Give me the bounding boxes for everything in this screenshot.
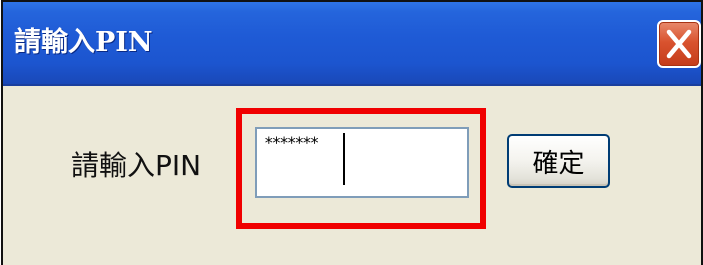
text-caret: [343, 133, 345, 185]
title-bar[interactable]: 請輸入PIN: [3, 2, 701, 86]
close-icon: [666, 29, 692, 59]
close-button[interactable]: [657, 20, 701, 68]
pin-masked-text: *******: [264, 133, 319, 152]
window-title: 請輸入PIN: [14, 27, 153, 58]
pin-label: 請輸入PIN: [71, 149, 202, 182]
ok-button[interactable]: 確定: [507, 134, 610, 188]
